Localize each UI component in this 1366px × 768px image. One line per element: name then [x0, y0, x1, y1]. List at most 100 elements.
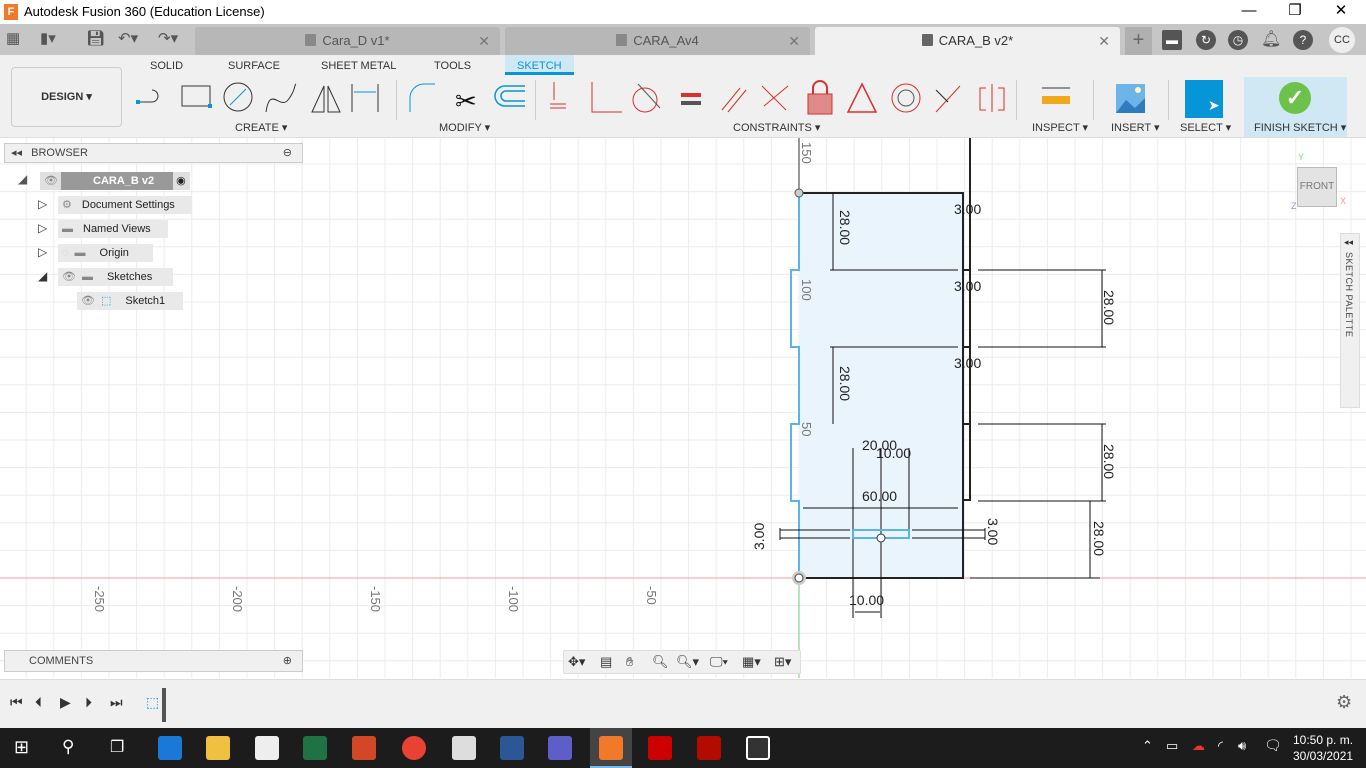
go-to-start-icon[interactable]: ⏮ [10, 694, 23, 711]
perpendicular-x-constraint-icon[interactable] [761, 85, 789, 111]
timeline-marker[interactable] [162, 688, 166, 722]
browser-item-document-settings[interactable]: ⚙ Document Settings [58, 196, 192, 214]
add-comment-icon[interactable]: ⊕ [283, 651, 292, 671]
line-tool-icon[interactable] [136, 89, 159, 104]
trim-scissors-icon[interactable]: ✂ [455, 86, 477, 116]
select-menu[interactable]: SELECT ▾ [1180, 121, 1231, 134]
sketch-point[interactable] [794, 188, 804, 198]
sketch-canvas[interactable]: 28.00 28.00 28.00 28.00 28.00 3.00 3.00 … [0, 138, 1366, 678]
browser-item-sketches[interactable]: 👁︎ ▬ Sketches [58, 268, 173, 286]
clock-time[interactable]: 10:50 p. m. [1293, 733, 1353, 747]
tab-surface[interactable]: SURFACE [228, 60, 280, 72]
close-tab-icon[interactable]: ✕ [1098, 27, 1110, 55]
comments-icon[interactable]: ▬ [1162, 30, 1182, 50]
dim-28-b[interactable]: 28.00 [837, 366, 853, 401]
browser-item-named-views[interactable]: ▬ Named Views [58, 220, 168, 238]
tab-solid[interactable]: SOLID [150, 60, 183, 72]
workspace-switcher[interactable]: DESIGN ▾ [11, 67, 122, 127]
step-forward-icon[interactable]: ⏵ [85, 694, 92, 711]
close-tab-icon[interactable]: ✕ [478, 27, 490, 55]
create-menu[interactable]: CREATE ▾ [235, 121, 287, 134]
excel-icon[interactable] [303, 736, 327, 760]
parallel-constraint-icon[interactable] [721, 87, 747, 113]
job-status-icon[interactable]: ◷ [1228, 30, 1248, 50]
viewports-icon[interactable]: ⊞▾ [774, 654, 791, 670]
search-icon[interactable]: ⚲ [62, 737, 74, 757]
photos-icon[interactable] [746, 736, 770, 760]
dim-3-a[interactable]: 3.00 [954, 201, 981, 217]
select-tool-icon[interactable]: ➤ [1185, 80, 1223, 118]
chrome-icon[interactable] [402, 736, 426, 760]
expand-icon[interactable]: ◂◂ [1344, 237, 1353, 248]
powerpoint-icon[interactable] [352, 736, 376, 760]
browser-root-node[interactable]: 👁︎ CARA_B v2 ◉ [40, 172, 190, 190]
dim-3-d[interactable]: 3.00 [751, 523, 767, 550]
rectangle-tool-icon[interactable] [181, 85, 212, 108]
sketch-drawing[interactable]: 28.00 28.00 28.00 28.00 28.00 3.00 3.00 … [0, 138, 1366, 678]
timeline-sketch-icon[interactable]: ⬚ [146, 694, 159, 711]
concentric-constraint-icon[interactable] [891, 83, 921, 113]
action-center-icon[interactable]: 🗨︎ [1264, 737, 1282, 754]
tab-cara-b[interactable]: CARA_B v2* ✕ [815, 27, 1120, 55]
dim-10-top[interactable]: 10.00 [876, 445, 911, 461]
pan-hand-icon[interactable]: ✋︎ [626, 654, 633, 670]
dim-10-bottom[interactable]: 10.00 [849, 592, 884, 608]
fix-lock-icon[interactable] [807, 80, 833, 115]
comments-panel-header[interactable]: COMMENTS ⊕ [4, 650, 303, 672]
redo-icon[interactable]: ↷▾ [158, 29, 178, 49]
word-icon[interactable] [500, 736, 524, 760]
minimize-button[interactable]: — [1226, 0, 1272, 24]
collapse-triangle-icon[interactable]: ◢ [18, 172, 27, 186]
midpoint-triangle-icon[interactable] [846, 82, 878, 113]
undo-icon[interactable]: ↶▾ [118, 29, 138, 49]
minus-circle-icon[interactable]: ⊖ [283, 144, 292, 162]
coincident-constraint-icon[interactable] [550, 82, 566, 109]
windows-start-icon[interactable]: ⊞ [14, 737, 29, 758]
sketch-palette-tab[interactable]: ◂◂ SKETCH PALETTE [1340, 233, 1360, 408]
finish-sketch-button[interactable]: ✓ FINISH SKETCH ▾ [1244, 77, 1347, 137]
insert-image-icon[interactable] [1116, 84, 1145, 113]
help-icon[interactable]: ? [1293, 30, 1313, 50]
app-icon[interactable] [648, 736, 672, 760]
acrobat-icon[interactable] [697, 736, 721, 760]
save-icon[interactable]: 💾︎ [86, 29, 105, 49]
tab-sketch[interactable]: SKETCH [505, 55, 574, 75]
show-hidden-icons[interactable]: ⌃ [1142, 738, 1153, 754]
eye-hidden-icon[interactable]: ◌ [62, 247, 69, 259]
go-to-end-icon[interactable]: ⏭ [110, 694, 123, 711]
constraints-menu[interactable]: CONSTRAINTS ▾ [733, 121, 820, 134]
slot-edge[interactable] [963, 138, 971, 501]
clock-date[interactable]: 30/03/2021 [1293, 749, 1353, 763]
teams-icon[interactable] [548, 736, 572, 760]
collapse-triangle-icon[interactable]: ◢ [38, 269, 47, 283]
step-back-icon[interactable]: ⏴ [35, 694, 42, 711]
expand-triangle-icon[interactable]: ▷ [38, 197, 47, 211]
timeline-settings-gear-icon[interactable]: ⚙ [1336, 692, 1352, 713]
extensions-icon[interactable]: ↻ [1196, 30, 1216, 50]
dim-3-e[interactable]: 3.00 [985, 518, 1001, 545]
activate-radio-icon[interactable]: ◉ [176, 175, 186, 187]
measure-ruler-icon[interactable] [1042, 87, 1070, 104]
browser-panel-header[interactable]: ◂◂ BROWSER ⊖ [4, 143, 303, 163]
notifications-bell-icon[interactable]: 🔔︎ [1261, 30, 1281, 50]
tangent-constraint-icon[interactable] [632, 83, 661, 113]
calculator-icon[interactable] [452, 736, 476, 760]
circle-tool-icon[interactable] [223, 82, 253, 112]
dim-3-b[interactable]: 3.00 [954, 278, 981, 294]
onedrive-error-icon[interactable]: ☁ [1192, 738, 1205, 754]
volume-icon[interactable]: 🔊︎ [1238, 738, 1246, 754]
file-explorer-icon[interactable] [206, 736, 230, 760]
offset-tool-icon[interactable] [494, 85, 525, 107]
play-icon[interactable]: ▶ [60, 694, 71, 711]
tab-sheet-metal[interactable]: SHEET METAL [321, 60, 396, 72]
fillet-tool-icon[interactable] [409, 83, 435, 112]
browser-item-origin[interactable]: ◌ ▬ Origin [58, 244, 153, 262]
task-view-icon[interactable]: ❐ [110, 737, 124, 757]
close-tab-icon[interactable]: ✕ [788, 27, 800, 55]
wifi-icon[interactable]: ◜ [1218, 738, 1223, 754]
modify-menu[interactable]: MODIFY ▾ [439, 121, 490, 134]
orbit-icon[interactable]: ✥▾ [568, 654, 585, 670]
browser-item-sketch1[interactable]: 👁︎ ⬚ Sketch1 [77, 292, 183, 310]
expand-triangle-icon[interactable]: ▷ [38, 221, 47, 235]
dim-28-e[interactable]: 28.00 [1091, 521, 1107, 556]
